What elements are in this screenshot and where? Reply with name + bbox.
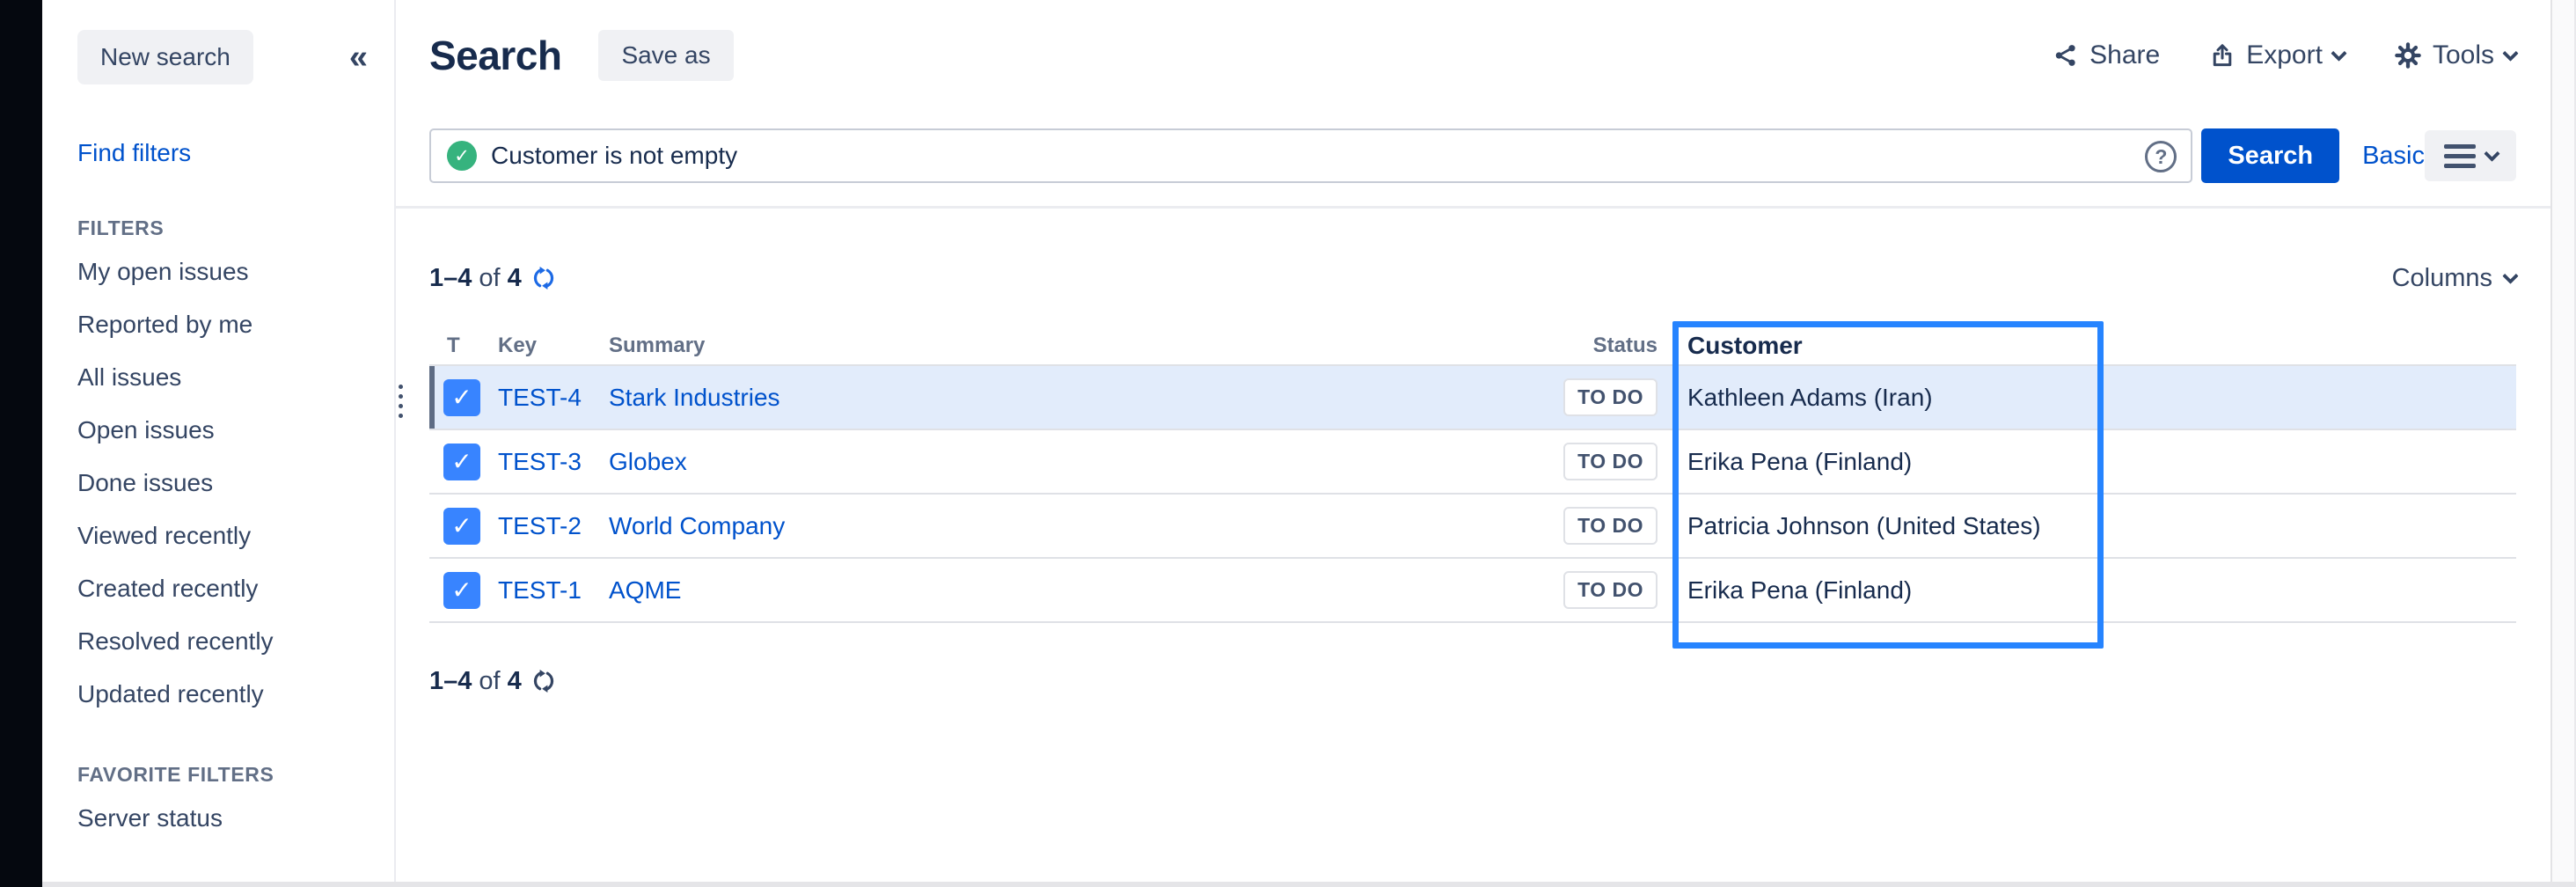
new-search-button[interactable]: New search — [77, 30, 253, 84]
query-valid-check-icon: ✓ — [447, 141, 477, 171]
status-badge: TO DO — [1563, 571, 1658, 609]
table-row[interactable]: ✓ TEST-3 Globex TO DO Erika Pena (Finlan… — [429, 430, 2516, 495]
sidebar-item-updated-recently[interactable]: Updated recently — [77, 668, 368, 721]
column-header-status[interactable]: Status — [1482, 334, 1658, 358]
export-button[interactable]: Export — [2209, 40, 2345, 70]
filters-heading: FILTERS — [77, 216, 368, 240]
row-checkbox[interactable]: ✓ — [443, 572, 480, 609]
hamburger-icon — [2444, 144, 2476, 168]
status-badge: TO DO — [1563, 443, 1658, 480]
status-badge: TO DO — [1563, 507, 1658, 545]
export-icon — [2209, 42, 2236, 69]
chevron-down-icon — [2331, 45, 2346, 61]
query-help-icon[interactable]: ? — [2145, 141, 2177, 172]
favorite-filters-heading: FAVORITE FILTERS — [77, 763, 368, 787]
issue-key-link[interactable]: TEST-3 — [498, 448, 582, 475]
basic-mode-link[interactable]: Basic — [2362, 142, 2425, 171]
search-results-panel: Search Save as Share — [396, 0, 2576, 887]
sidebar-item-all-issues[interactable]: All issues — [77, 351, 368, 404]
export-label: Export — [2246, 40, 2323, 70]
share-label: Share — [2089, 40, 2160, 70]
table-row[interactable]: ✓ TEST-2 World Company TO DO Patricia Jo… — [429, 495, 2516, 559]
column-header-summary[interactable]: Summary — [609, 334, 1482, 358]
table-row[interactable]: ✓ TEST-1 AQME TO DO Erika Pena (Finland) — [429, 559, 2516, 623]
sidebar-item-server-status[interactable]: Server status — [77, 792, 368, 845]
customer-value: Erika Pena (Finland) — [1658, 448, 2103, 476]
sidebar-item-done-issues[interactable]: Done issues — [77, 457, 368, 509]
vertical-scrollbar[interactable] — [2550, 0, 2576, 887]
chevron-down-icon — [2502, 268, 2518, 283]
sidebar-item-viewed-recently[interactable]: Viewed recently — [77, 509, 368, 562]
issue-table: T Key Summary Status Customer ✓ TEST-4 S… — [429, 327, 2516, 623]
chevron-down-icon — [2502, 45, 2518, 61]
row-checkbox[interactable]: ✓ — [443, 379, 480, 416]
save-as-button[interactable]: Save as — [598, 30, 733, 81]
sidebar-item-resolved-recently[interactable]: Resolved recently — [77, 615, 368, 668]
query-text: Customer is not empty — [491, 142, 737, 170]
gear-icon — [2394, 41, 2422, 70]
window-bottom-edge — [42, 882, 2576, 887]
status-badge: TO DO — [1563, 378, 1658, 416]
list-view-menu-button[interactable] — [2425, 130, 2516, 181]
sidebar-item-my-open-issues[interactable]: My open issues — [77, 246, 368, 298]
search-button[interactable]: Search — [2201, 128, 2339, 183]
header-divider — [396, 206, 2550, 209]
column-header-key[interactable]: Key — [498, 334, 609, 358]
filters-list: My open issues Reported by me All issues… — [77, 246, 368, 721]
collapse-sidebar-icon[interactable]: « — [349, 40, 368, 74]
row-checkbox[interactable]: ✓ — [443, 444, 480, 480]
issue-summary-link[interactable]: AQME — [609, 576, 681, 604]
share-button[interactable]: Share — [2053, 40, 2160, 70]
sidebar-item-reported-by-me[interactable]: Reported by me — [77, 298, 368, 351]
filters-sidebar: New search « Find filters FILTERS My ope… — [42, 0, 396, 882]
page-title: Search — [429, 32, 561, 79]
columns-label: Columns — [2392, 264, 2492, 293]
issue-summary-link[interactable]: Stark Industries — [609, 384, 780, 411]
table-row[interactable]: ✓ TEST-4 Stark Industries TO DO Kathleen… — [429, 366, 2516, 430]
customer-value: Patricia Johnson (United States) — [1658, 512, 2103, 540]
chevron-down-icon — [2484, 145, 2499, 161]
column-header-type[interactable]: T — [429, 334, 498, 358]
customer-value: Kathleen Adams (Iran) — [1658, 384, 2103, 412]
find-filters-link[interactable]: Find filters — [77, 139, 368, 167]
issue-search-page: New search « Find filters FILTERS My ope… — [0, 0, 2576, 887]
table-header-row: T Key Summary Status Customer — [429, 327, 2516, 366]
favorite-filters-list: Server status — [77, 792, 368, 845]
sidebar-item-created-recently[interactable]: Created recently — [77, 562, 368, 615]
refresh-icon[interactable] — [531, 668, 557, 694]
results-count-bottom: 1–4of4 — [429, 667, 557, 696]
sidebar-item-open-issues[interactable]: Open issues — [77, 404, 368, 457]
tools-label: Tools — [2433, 40, 2494, 70]
tools-button[interactable]: Tools — [2394, 40, 2516, 70]
refresh-icon[interactable] — [531, 265, 557, 291]
column-header-customer[interactable]: Customer — [1658, 332, 2103, 360]
query-input[interactable]: ✓ Customer is not empty ? — [429, 128, 2192, 183]
share-icon — [2053, 42, 2079, 69]
issue-key-link[interactable]: TEST-2 — [498, 512, 582, 539]
issue-summary-link[interactable]: Globex — [609, 448, 687, 475]
results-count-top: 1–4of4 — [429, 264, 557, 293]
row-checkbox[interactable]: ✓ — [443, 508, 480, 545]
customer-value: Erika Pena (Finland) — [1658, 576, 2103, 605]
issue-summary-link[interactable]: World Company — [609, 512, 785, 539]
columns-dropdown[interactable]: Columns — [2392, 264, 2516, 293]
issue-key-link[interactable]: TEST-1 — [498, 576, 582, 604]
app-navigation-strip[interactable] — [0, 0, 42, 887]
issue-key-link[interactable]: TEST-4 — [498, 384, 582, 411]
